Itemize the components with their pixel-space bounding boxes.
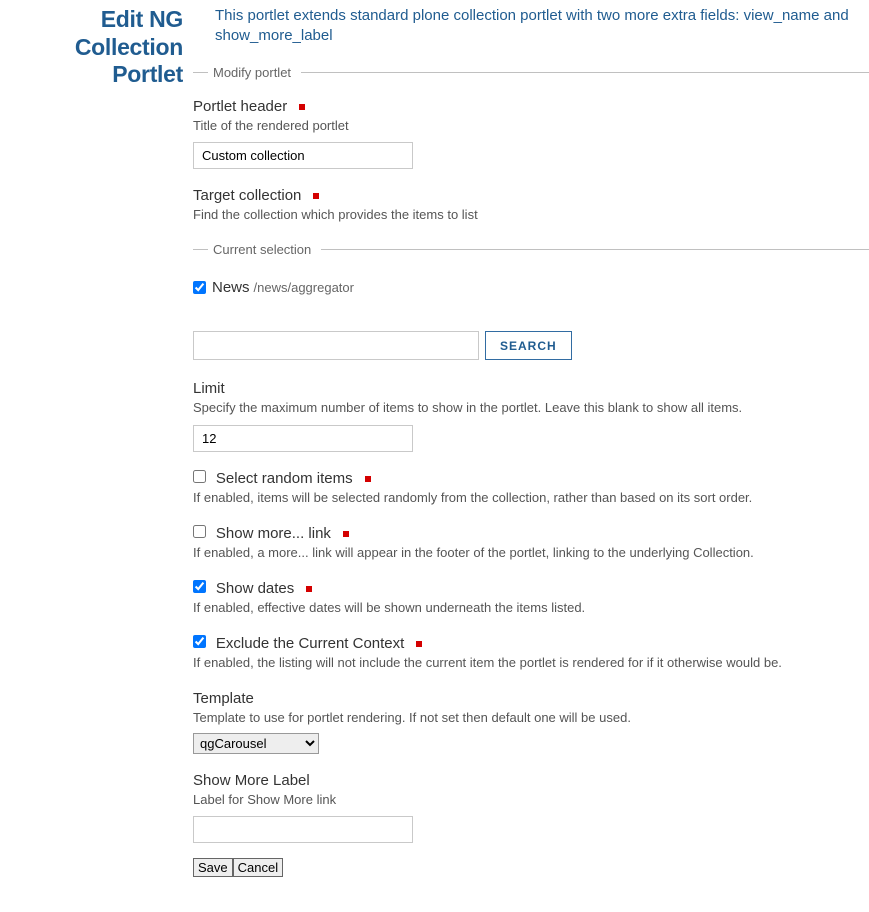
exclude-context-label: Exclude the Current Context (216, 635, 404, 652)
target-collection-label: Target collection (193, 187, 301, 204)
required-icon (416, 641, 422, 647)
search-row: SEARCH (193, 331, 869, 360)
portlet-header-label: Portlet header (193, 98, 287, 115)
show-more-help: If enabled, a more... link will appear i… (193, 544, 869, 562)
limit-label: Limit (193, 380, 225, 397)
search-input[interactable] (193, 331, 479, 360)
show-more-checkbox[interactable] (193, 525, 206, 538)
portlet-header-input[interactable] (193, 142, 413, 169)
required-icon (343, 531, 349, 537)
limit-field: Limit Specify the maximum number of item… (193, 380, 869, 451)
template-select[interactable]: qgCarousel (193, 733, 319, 754)
template-help: Template to use for portlet rendering. I… (193, 709, 869, 727)
show-more-label-help: Label for Show More link (193, 791, 869, 809)
current-selection-legend: Current selection (208, 242, 321, 257)
page-title: Edit NG Collection Portlet (12, 6, 183, 89)
fieldset-legend: Modify portlet (208, 65, 301, 80)
random-checkbox[interactable] (193, 470, 206, 483)
portlet-header-help: Title of the rendered portlet (193, 117, 869, 135)
cancel-button[interactable]: Cancel (233, 858, 283, 877)
selection-path: /news/aggregator (254, 280, 354, 295)
required-icon (306, 586, 312, 592)
limit-help: Specify the maximum number of items to s… (193, 399, 869, 417)
show-dates-help: If enabled, effective dates will be show… (193, 599, 869, 617)
required-icon (365, 476, 371, 482)
current-selection-fieldset: Current selection News /news/aggregator (193, 242, 869, 316)
portlet-header-field: Portlet header Title of the rendered por… (193, 98, 869, 169)
selection-label: News (212, 279, 250, 296)
target-collection-field: Target collection Find the collection wh… (193, 187, 869, 224)
target-collection-help: Find the collection which provides the i… (193, 206, 869, 224)
main-content: This portlet extends standard plone coll… (193, 6, 869, 892)
selection-checkbox[interactable] (193, 281, 206, 294)
template-label: Template (193, 690, 254, 707)
selection-row: News /news/aggregator (193, 279, 869, 296)
required-icon (299, 104, 305, 110)
template-field: Template Template to use for portlet ren… (193, 690, 869, 753)
exclude-context-help: If enabled, the listing will not include… (193, 654, 869, 672)
random-field: Select random items If enabled, items wi… (193, 470, 869, 507)
exclude-context-field: Exclude the Current Context If enabled, … (193, 635, 869, 672)
show-dates-checkbox[interactable] (193, 580, 206, 593)
show-more-label-label: Show More Label (193, 772, 310, 789)
exclude-context-checkbox[interactable] (193, 635, 206, 648)
search-button[interactable]: SEARCH (485, 331, 572, 360)
show-more-label: Show more... link (216, 525, 331, 542)
random-help: If enabled, items will be selected rando… (193, 489, 869, 507)
show-more-field: Show more... link If enabled, a more... … (193, 525, 869, 562)
sidebar: Edit NG Collection Portlet (0, 6, 193, 892)
random-label: Select random items (216, 470, 353, 487)
show-dates-label: Show dates (216, 580, 294, 597)
button-row: Save Cancel (193, 858, 869, 877)
portlet-description: This portlet extends standard plone coll… (193, 6, 869, 65)
show-more-label-input[interactable] (193, 816, 413, 843)
show-dates-field: Show dates If enabled, effective dates w… (193, 580, 869, 617)
required-icon (313, 193, 319, 199)
show-more-label-field: Show More Label Label for Show More link (193, 772, 869, 843)
limit-input[interactable] (193, 425, 413, 452)
modify-portlet-fieldset: Modify portlet Portlet header Title of t… (193, 65, 869, 877)
save-button[interactable]: Save (193, 858, 233, 877)
